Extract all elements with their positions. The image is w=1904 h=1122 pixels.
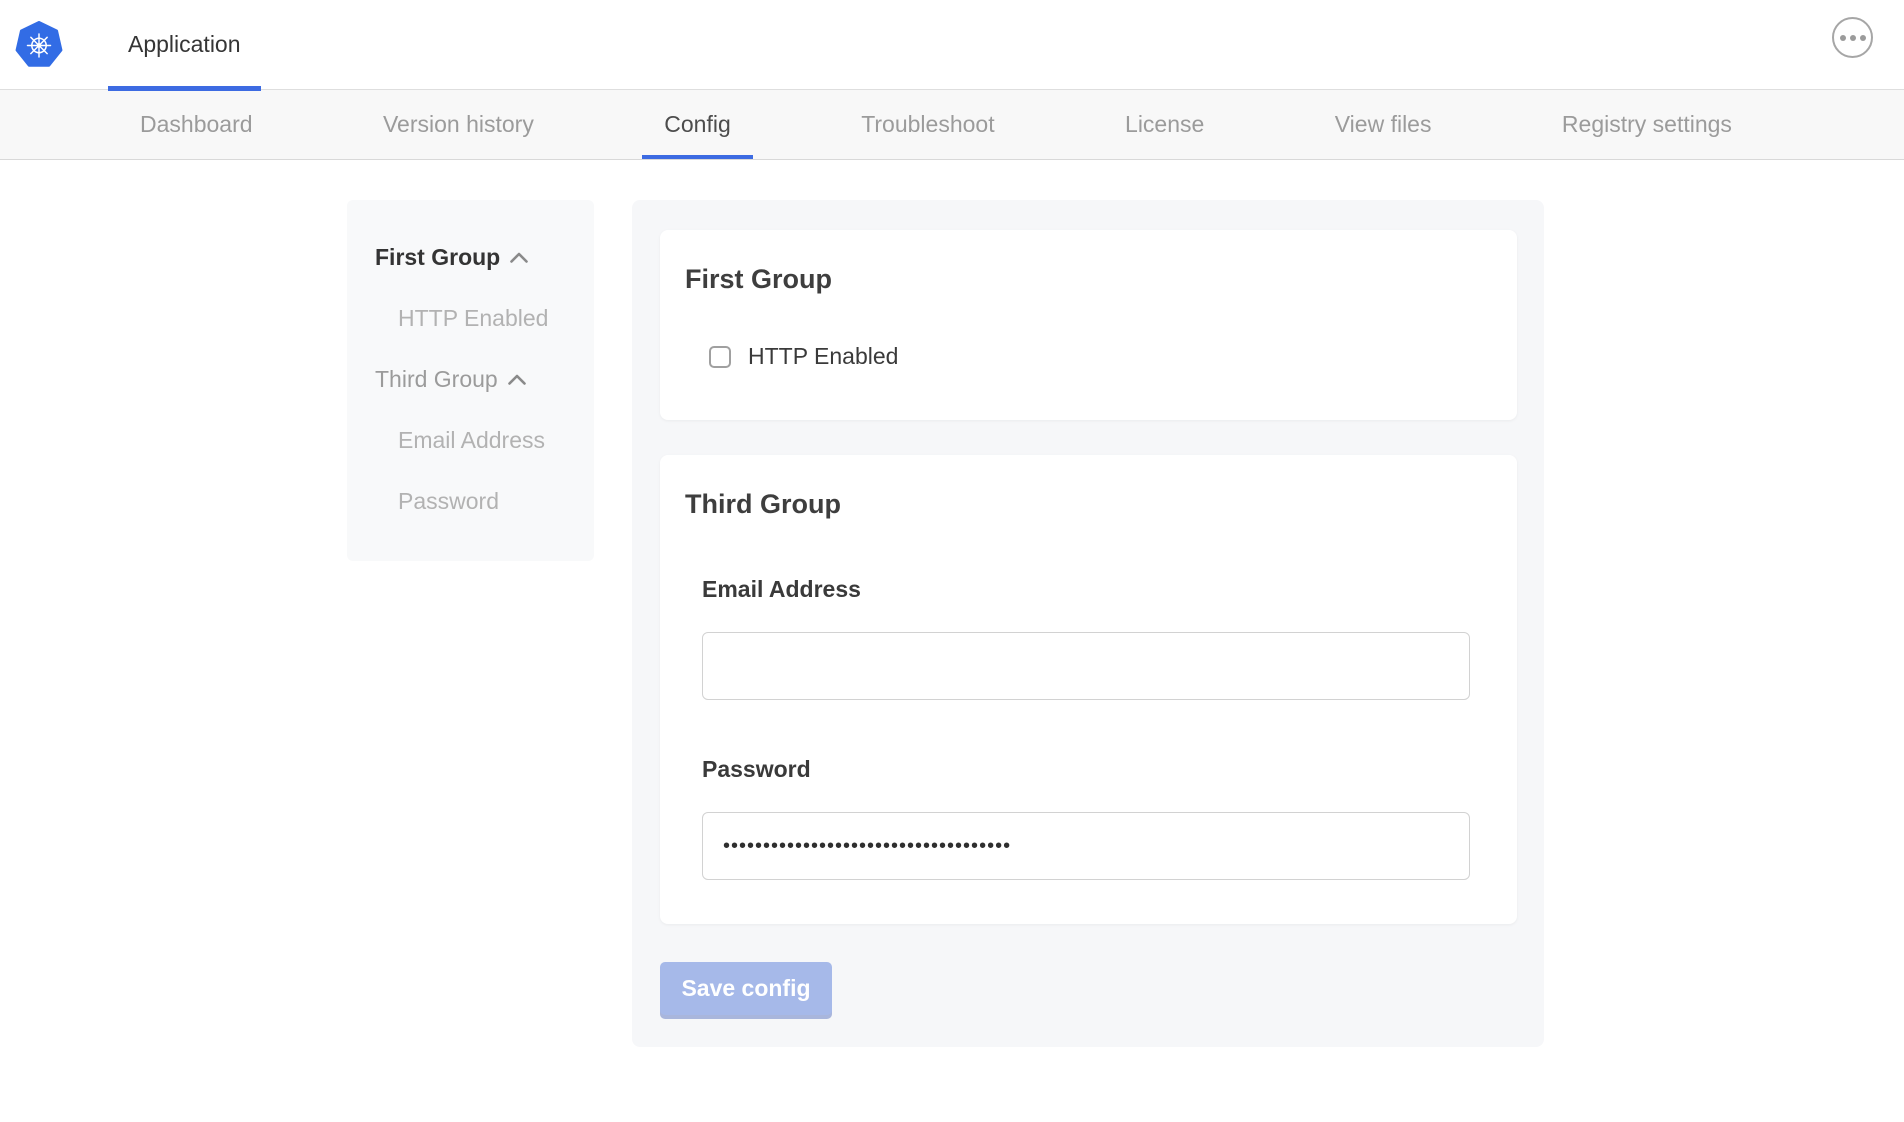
config-panel: First Group HTTP Enabled Third Group Ema… <box>632 200 1544 1047</box>
app-nav: Dashboard Version history Config Trouble… <box>0 90 1904 160</box>
chevron-up-icon <box>510 252 528 263</box>
email-address-label: Email Address <box>702 576 1491 603</box>
sidebar-item-label: Password <box>398 488 499 515</box>
chevron-up-icon <box>508 374 526 385</box>
app-tab-label: Application <box>128 31 241 58</box>
nav-tab-registry-settings[interactable]: Registry settings <box>1540 90 1754 159</box>
sidebar-item-third-group[interactable]: Third Group <box>375 366 578 393</box>
http-enabled-checkbox[interactable] <box>709 346 731 368</box>
email-address-field-group: Email Address <box>702 576 1491 700</box>
http-enabled-row: HTTP Enabled <box>709 343 1491 370</box>
sidebar-item-label: Email Address <box>398 427 545 454</box>
password-input[interactable] <box>702 812 1470 880</box>
nav-tab-config[interactable]: Config <box>642 90 752 159</box>
http-enabled-label[interactable]: HTTP Enabled <box>748 343 898 370</box>
sidebar-item-label: Third Group <box>375 366 498 393</box>
sidebar-item-email-address[interactable]: Email Address <box>375 427 578 454</box>
nav-tab-troubleshoot[interactable]: Troubleshoot <box>839 90 1016 159</box>
password-label: Password <box>702 756 1491 783</box>
sidebar-item-label: HTTP Enabled <box>398 305 548 332</box>
sidebar-item-label: First Group <box>375 244 500 271</box>
sidebar-item-first-group[interactable]: First Group <box>375 244 578 271</box>
password-field-group: Password <box>702 756 1491 880</box>
main-content: First Group HTTP Enabled Third Group Ema… <box>347 200 1904 1047</box>
header: Application <box>0 0 1904 90</box>
ellipsis-icon <box>1840 35 1866 41</box>
config-sidebar: First Group HTTP Enabled Third Group Ema… <box>347 200 594 561</box>
sidebar-item-http-enabled[interactable]: HTTP Enabled <box>375 305 578 332</box>
email-address-input[interactable] <box>702 632 1470 700</box>
nav-tab-license[interactable]: License <box>1103 90 1226 159</box>
nav-tab-view-files[interactable]: View files <box>1313 90 1454 159</box>
config-group-third-group: Third Group Email Address Password <box>660 455 1517 924</box>
nav-tab-dashboard[interactable]: Dashboard <box>118 90 275 159</box>
overflow-menu-button[interactable] <box>1832 17 1873 58</box>
kubernetes-logo-icon <box>15 21 63 69</box>
save-config-button[interactable]: Save config <box>660 962 832 1015</box>
tab-application[interactable]: Application <box>108 0 261 90</box>
group-title: Third Group <box>685 489 1491 520</box>
config-group-first-group: First Group HTTP Enabled <box>660 230 1517 420</box>
group-title: First Group <box>685 264 1491 295</box>
sidebar-item-password[interactable]: Password <box>375 488 578 515</box>
nav-tab-version-history[interactable]: Version history <box>361 90 556 159</box>
